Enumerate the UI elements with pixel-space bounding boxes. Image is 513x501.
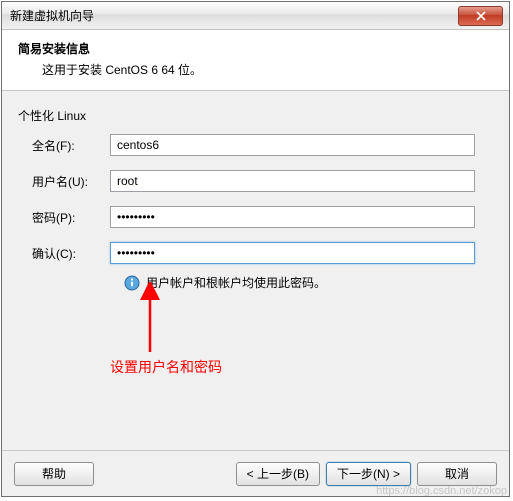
header-subtitle: 这用于安装 CentOS 6 64 位。 [18, 61, 493, 78]
info-icon [124, 275, 140, 291]
close-button[interactable] [458, 6, 503, 26]
annotation-arrow [130, 282, 190, 362]
row-password: 密码(P): [18, 206, 493, 228]
username-input[interactable] [110, 170, 475, 192]
back-button[interactable]: < 上一步(B) [236, 462, 320, 486]
password-input[interactable] [110, 206, 475, 228]
next-button[interactable]: 下一步(N) > [326, 462, 411, 486]
header-title: 简易安装信息 [18, 40, 493, 57]
row-username: 用户名(U): [18, 170, 493, 192]
cancel-button[interactable]: 取消 [417, 462, 497, 486]
password-label: 密码(P): [18, 209, 110, 226]
titlebar: 新建虚拟机向导 [2, 2, 509, 30]
confirm-label: 确认(C): [18, 245, 110, 262]
wizard-header: 简易安装信息 这用于安装 CentOS 6 64 位。 [2, 30, 509, 91]
footer: 帮助 < 上一步(B) 下一步(N) > 取消 [2, 450, 509, 496]
hint-row: 用户帐户和根帐户均使用此密码。 [18, 274, 493, 291]
content-area: 个性化 Linux 全名(F): 用户名(U): 密码(P): 确认(C): 用… [2, 91, 509, 291]
close-icon [476, 11, 486, 21]
hint-text: 用户帐户和根帐户均使用此密码。 [146, 274, 326, 291]
confirm-input[interactable] [110, 242, 475, 264]
section-label: 个性化 Linux [18, 107, 493, 124]
window-title: 新建虚拟机向导 [10, 7, 94, 24]
row-confirm: 确认(C): [18, 242, 493, 264]
help-button[interactable]: 帮助 [14, 462, 94, 486]
fullname-label: 全名(F): [18, 137, 110, 154]
username-label: 用户名(U): [18, 173, 110, 190]
fullname-input[interactable] [110, 134, 475, 156]
annotation-text: 设置用户名和密码 [110, 357, 222, 377]
row-fullname: 全名(F): [18, 134, 493, 156]
